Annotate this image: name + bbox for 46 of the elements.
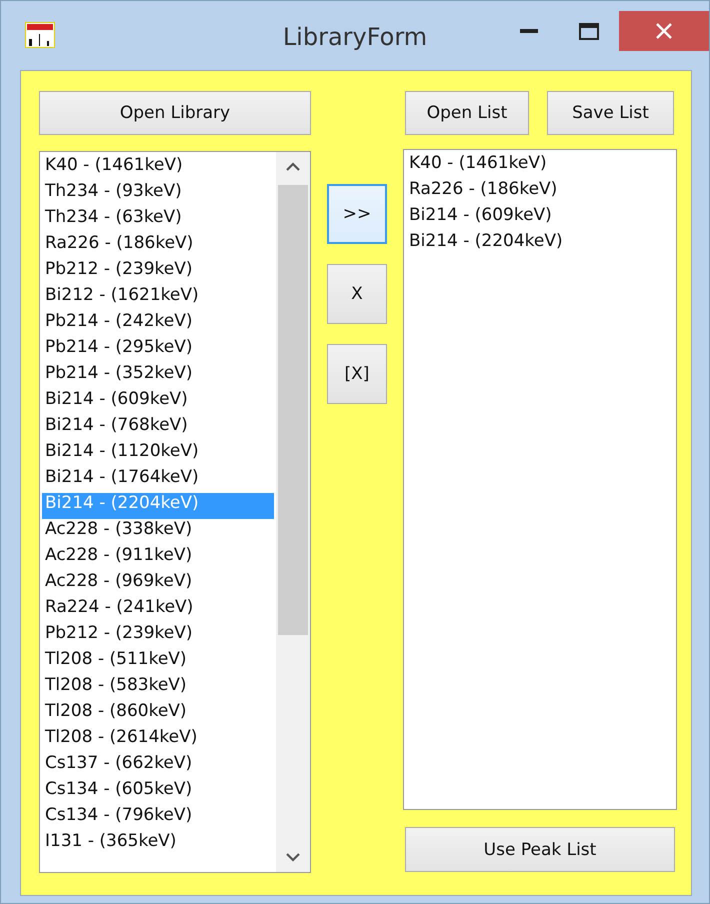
save-list-button[interactable]: Save List bbox=[547, 91, 674, 135]
list-item[interactable]: Ra224 - (241keV) bbox=[42, 597, 274, 623]
list-item[interactable]: Bi214 - (1764keV) bbox=[42, 467, 274, 493]
list-item[interactable]: Tl208 - (511keV) bbox=[42, 649, 274, 675]
remove-button[interactable]: X bbox=[327, 264, 387, 324]
open-library-button[interactable]: Open Library bbox=[39, 91, 311, 135]
clear-button[interactable]: [X] bbox=[327, 344, 387, 404]
app-icon bbox=[25, 22, 55, 48]
use-peak-list-button[interactable]: Use Peak List bbox=[405, 827, 675, 872]
list-item[interactable]: Ac228 - (911keV) bbox=[42, 545, 274, 571]
list-item[interactable]: Bi214 - (609keV) bbox=[42, 389, 274, 415]
open-list-button[interactable]: Open List bbox=[405, 91, 529, 135]
list-item[interactable]: Bi214 - (768keV) bbox=[42, 415, 274, 441]
list-item[interactable]: Pb214 - (352keV) bbox=[42, 363, 274, 389]
add-button[interactable]: >> bbox=[327, 184, 387, 244]
list-item[interactable]: Tl208 - (583keV) bbox=[42, 675, 274, 701]
list-item[interactable]: Cs134 - (796keV) bbox=[42, 805, 274, 831]
window-title: LibraryForm bbox=[282, 23, 428, 51]
list-item[interactable]: Pb214 - (242keV) bbox=[42, 311, 274, 337]
list-item[interactable]: I131 - (365keV) bbox=[42, 831, 274, 857]
list-item[interactable]: Bi214 - (2204keV) bbox=[406, 231, 674, 257]
list-item[interactable]: Bi214 - (609keV) bbox=[406, 205, 674, 231]
list-item[interactable]: Bi212 - (1621keV) bbox=[42, 285, 274, 311]
list-item[interactable]: Pb214 - (295keV) bbox=[42, 337, 274, 363]
list-item[interactable]: Ac228 - (969keV) bbox=[42, 571, 274, 597]
list-item[interactable]: K40 - (1461keV) bbox=[406, 153, 674, 179]
scroll-thumb[interactable] bbox=[278, 185, 308, 635]
list-item[interactable]: Bi214 - (1120keV) bbox=[42, 441, 274, 467]
maximize-icon[interactable] bbox=[579, 22, 599, 40]
list-item[interactable]: Th234 - (93keV) bbox=[42, 181, 274, 207]
list-item[interactable]: Tl208 - (860keV) bbox=[42, 701, 274, 727]
list-item[interactable]: Cs137 - (662keV) bbox=[42, 753, 274, 779]
list-item[interactable]: Pb212 - (239keV) bbox=[42, 259, 274, 285]
close-button[interactable] bbox=[619, 11, 709, 51]
list-item[interactable]: Cs134 - (605keV) bbox=[42, 779, 274, 805]
list-item[interactable]: Ac228 - (338keV) bbox=[42, 519, 274, 545]
list-item[interactable]: Ra226 - (186keV) bbox=[42, 233, 274, 259]
scrollbar[interactable] bbox=[276, 152, 310, 872]
list-item[interactable]: Tl208 - (2614keV) bbox=[42, 727, 274, 753]
list-item[interactable]: Th234 - (63keV) bbox=[42, 207, 274, 233]
list-item[interactable]: Pb212 - (239keV) bbox=[42, 623, 274, 649]
list-item[interactable]: K40 - (1461keV) bbox=[42, 155, 274, 181]
close-icon[interactable] bbox=[656, 23, 672, 39]
list-item[interactable]: Ra226 - (186keV) bbox=[406, 179, 674, 205]
scroll-up-icon[interactable] bbox=[286, 162, 300, 171]
scroll-down-icon[interactable] bbox=[286, 853, 300, 862]
